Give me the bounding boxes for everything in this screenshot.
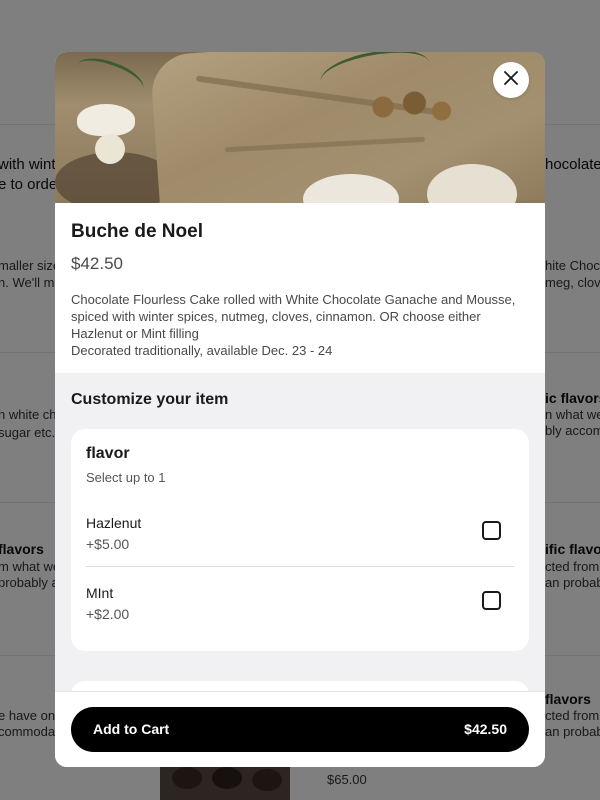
item-availability-text: Decorated traditionally, available Dec. …: [71, 343, 333, 358]
item-description-text: Chocolate Flourless Cake rolled with Whi…: [71, 292, 516, 341]
option-checkbox[interactable]: [482, 591, 501, 610]
option-hazlenut[interactable]: Hazlenut +$5.00: [86, 513, 514, 573]
item-price: $42.50: [71, 254, 123, 273]
item-info: Buche de Noel $42.50 Chocolate Flourless…: [71, 220, 529, 359]
option-mint[interactable]: MInt +$2.00: [86, 583, 514, 643]
option-divider: [86, 566, 514, 567]
option-name: MInt: [86, 585, 114, 601]
customize-title: Customize your item: [71, 391, 229, 408]
item-title: Buche de Noel: [71, 221, 203, 242]
close-icon: [503, 70, 519, 91]
option-group-name: flavor: [86, 445, 130, 462]
close-button[interactable]: [493, 62, 529, 98]
item-image: [55, 52, 545, 203]
add-to-cart-button[interactable]: Add to Cart $42.50: [71, 707, 529, 752]
item-modal: Buche de Noel $42.50 Chocolate Flourless…: [55, 52, 545, 767]
option-group-card: flavor Select up to 1 Hazlenut +$5.00 MI…: [71, 429, 529, 651]
option-checkbox[interactable]: [482, 521, 501, 540]
option-group-rule: Select up to 1: [86, 470, 166, 485]
item-description: Chocolate Flourless Cake rolled with Whi…: [71, 291, 529, 359]
option-price: +$5.00: [86, 536, 130, 552]
option-price: +$2.00: [86, 606, 130, 622]
add-to-cart-price: $42.50: [464, 721, 507, 737]
add-to-cart-label: Add to Cart: [93, 721, 170, 737]
option-name: Hazlenut: [86, 515, 142, 531]
modal-footer: Add to Cart $42.50: [55, 691, 545, 767]
